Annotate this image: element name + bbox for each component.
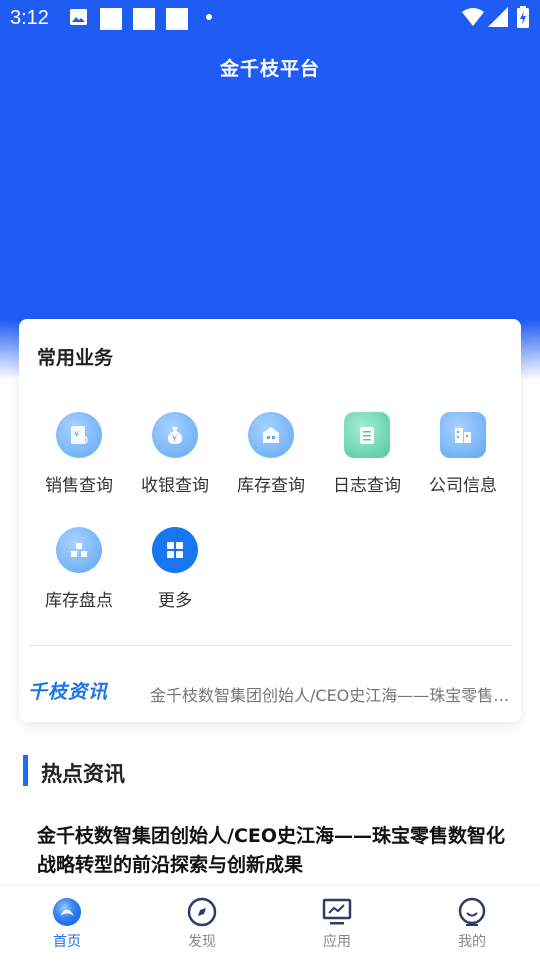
sales-query-button[interactable]: ¥ 销售查询 — [31, 412, 127, 512]
divider — [29, 645, 511, 646]
profile-icon — [458, 897, 486, 926]
grid-icon — [152, 527, 198, 573]
nav-apps-label: 应用 — [323, 934, 351, 950]
compass-icon — [187, 897, 217, 927]
notification-icon — [133, 8, 155, 30]
log-query-label: 日志查询 — [333, 476, 401, 496]
inventory-count-button[interactable]: 库存盘点 — [31, 527, 127, 627]
notebook-icon — [344, 412, 390, 458]
wifi-icon — [462, 8, 484, 26]
log-query-button[interactable]: 日志查询 — [319, 412, 415, 512]
svg-text:¥: ¥ — [74, 430, 79, 439]
company-info-label: 公司信息 — [429, 476, 497, 496]
services-title: 常用业务 — [37, 347, 114, 369]
image-notification-icon — [70, 9, 87, 25]
bottom-navigation: 首页 发现 应用 我的 — [0, 884, 540, 961]
nav-home-label: 首页 — [53, 934, 81, 950]
nav-discover[interactable]: 发现 — [157, 897, 247, 951]
inventory-count-label: 库存盘点 — [45, 591, 113, 611]
news-logo: 千枝资讯 — [28, 681, 109, 703]
nav-discover-label: 发现 — [188, 934, 216, 950]
sales-receipt-icon: ¥ — [56, 412, 102, 458]
article-title[interactable]: 金千枝数智集团创始人/CEO史江海——珠宝零售数智化战略转型的前沿探索与创新成果 — [37, 822, 507, 880]
nav-mine-label: 我的 — [458, 934, 486, 950]
status-bar: 3:12 — [0, 0, 540, 38]
more-label: 更多 — [158, 591, 192, 611]
page-title: 金千枝平台 — [219, 58, 320, 80]
money-bag-icon: ¥ — [152, 412, 198, 458]
more-button[interactable]: 更多 — [127, 527, 223, 627]
section-marker — [23, 755, 28, 786]
boxes-icon — [56, 527, 102, 573]
nav-mine[interactable]: 我的 — [427, 897, 517, 951]
signal-icon — [488, 7, 508, 27]
hot-news-title: 热点资讯 — [41, 762, 125, 786]
inventory-query-label: 库存查询 — [237, 476, 305, 496]
home-icon — [53, 898, 81, 926]
services-card: 常用业务 ¥ 销售查询 ¥ 收银查询 库存查询 日志查询 公司信息 库存盘点 更… — [19, 319, 521, 722]
nav-apps[interactable]: 应用 — [292, 897, 382, 951]
more-notifications-icon — [206, 14, 212, 20]
status-time: 3:12 — [10, 7, 49, 29]
nav-home[interactable]: 首页 — [22, 897, 112, 951]
monitor-icon — [322, 898, 352, 925]
cashier-query-label: 收银查询 — [141, 476, 209, 496]
news-ticker[interactable]: 金千枝数智集团创始人/CEO史江海——珠宝零售数智化战略转型的前沿探索与创新成果 — [150, 682, 510, 706]
building-icon — [440, 412, 486, 458]
sales-query-label: 销售查询 — [45, 476, 113, 496]
svg-text:¥: ¥ — [172, 434, 177, 443]
notification-icon — [166, 8, 188, 30]
company-info-button[interactable]: 公司信息 — [415, 412, 511, 512]
inventory-query-button[interactable]: 库存查询 — [223, 412, 319, 512]
notification-icon — [100, 8, 122, 30]
cashier-query-button[interactable]: ¥ 收银查询 — [127, 412, 223, 512]
battery-icon — [517, 6, 529, 28]
warehouse-icon — [248, 412, 294, 458]
